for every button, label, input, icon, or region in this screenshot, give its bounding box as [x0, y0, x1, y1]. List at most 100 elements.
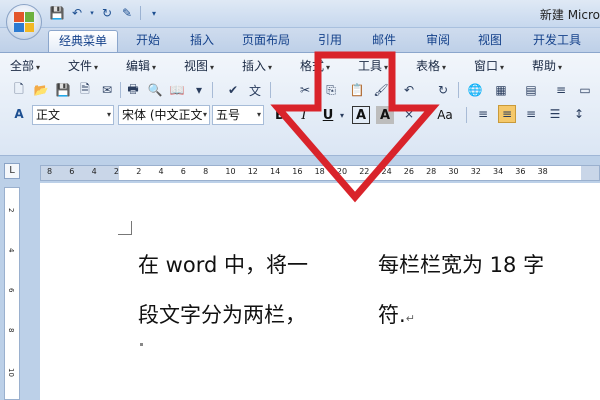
- font-value: 宋体 (中文正文): [122, 108, 208, 122]
- format-painter-icon[interactable]: 🖌: [372, 81, 390, 99]
- vertical-ruler-tick-label: 10: [7, 368, 15, 377]
- tables-borders-icon[interactable]: ▦: [492, 81, 510, 99]
- chevron-down-icon: ▾: [268, 63, 273, 72]
- menu-view[interactable]: 视图 ▾: [184, 57, 214, 74]
- menu-help[interactable]: 帮助 ▾: [532, 57, 562, 74]
- copy-icon[interactable]: ⎘: [322, 81, 340, 99]
- ruler-tick-label: 8: [203, 167, 209, 176]
- ruler-tick-label: 32: [470, 167, 481, 176]
- customize-qat-icon[interactable]: ▾: [145, 4, 163, 22]
- tab-home[interactable]: 开始: [124, 30, 172, 52]
- style-select[interactable]: 正文 ▾: [32, 105, 114, 125]
- columns-icon[interactable]: ≡: [552, 81, 570, 99]
- italic-button[interactable]: I: [294, 105, 314, 125]
- email-icon[interactable]: ✉: [98, 81, 116, 99]
- ruler-tick-label: 12: [247, 167, 258, 176]
- font-size-value: 五号: [216, 108, 241, 122]
- redo-icon[interactable]: ↻: [98, 4, 116, 22]
- tab-developer[interactable]: 开发工具: [522, 30, 592, 52]
- save-icon[interactable]: 💾: [54, 81, 72, 99]
- undo-icon[interactable]: ↶: [68, 4, 86, 22]
- menu-format[interactable]: 格式 ▾: [300, 57, 330, 74]
- menu-tools[interactable]: 工具 ▾: [358, 57, 388, 74]
- save-icon[interactable]: 💾: [48, 4, 66, 22]
- ruler-tick-label: 20: [336, 167, 348, 176]
- ribbon-body: 全部 ▾ 文件 ▾ 编辑 ▾ 视图 ▾ 插入 ▾ 格式 ▾ 工具 ▾ 表格 ▾ 窗口 ▾ 帮助 ▾ …: [0, 52, 600, 156]
- chevron-down-icon: ▾: [202, 106, 207, 124]
- menu-all[interactable]: 全部 ▾: [10, 57, 40, 74]
- align-left-icon[interactable]: ≡: [474, 105, 492, 123]
- ruler-tick-label: 36: [515, 167, 526, 176]
- menu-window[interactable]: 窗口 ▾: [474, 57, 504, 74]
- cut-icon[interactable]: ✂: [296, 81, 314, 99]
- underline-button[interactable]: U: [318, 105, 338, 125]
- align-center-icon[interactable]: ≡: [498, 105, 516, 123]
- menu-file[interactable]: 文件 ▾: [68, 57, 98, 74]
- toolbar-separator: [270, 82, 271, 98]
- open-folder-icon[interactable]: 📂: [32, 81, 50, 99]
- permission-icon[interactable]: 🗎: [76, 81, 94, 99]
- font-select[interactable]: 宋体 (中文正文) ▾: [118, 105, 210, 125]
- ruler-tick-label: 14: [270, 167, 281, 176]
- translate-icon[interactable]: 文: [246, 81, 264, 99]
- underline-dropdown-icon[interactable]: ▾: [338, 106, 346, 124]
- menu-file-label: 文件: [68, 59, 93, 73]
- tab-page-layout[interactable]: 页面布局: [232, 30, 300, 52]
- bold-button[interactable]: B: [270, 105, 290, 125]
- justify-icon[interactable]: ☰: [546, 105, 564, 123]
- change-case-button[interactable]: Aa: [432, 105, 458, 125]
- office-button[interactable]: [6, 4, 42, 40]
- chevron-down-icon: ▾: [152, 63, 157, 72]
- tab-mailings[interactable]: 邮件: [360, 30, 408, 52]
- ruler-tick-label: 6: [180, 167, 186, 176]
- character-shading-button[interactable]: A: [376, 106, 394, 124]
- tab-insert[interactable]: 插入: [178, 30, 226, 52]
- redo-icon[interactable]: ↻: [434, 81, 452, 99]
- style-value: 正文: [36, 108, 61, 122]
- column-2-line-1: 每栏栏宽为 18 字: [378, 253, 545, 277]
- ruler-tick-label: 8: [47, 167, 53, 176]
- print-icon[interactable]: 🖶: [124, 81, 142, 99]
- research-icon[interactable]: 📖: [168, 81, 186, 99]
- ruler-tick-label: 26: [403, 167, 414, 176]
- styles-pane-icon[interactable]: A: [10, 105, 28, 123]
- menu-table[interactable]: 表格 ▾: [416, 57, 446, 74]
- menu-edit[interactable]: 编辑 ▾: [126, 57, 156, 74]
- new-document-icon[interactable]: 🗋: [10, 81, 28, 99]
- menu-tools-label: 工具: [358, 59, 383, 73]
- align-right-icon[interactable]: ≡: [522, 105, 540, 123]
- font-size-select[interactable]: 五号 ▾: [212, 105, 264, 125]
- tab-review[interactable]: 审阅: [414, 30, 462, 52]
- chevron-down-icon: ▾: [442, 63, 447, 72]
- tab-references[interactable]: 引用: [306, 30, 354, 52]
- undo-icon[interactable]: ↶: [400, 81, 418, 99]
- vertical-ruler-tick-label: 6: [7, 288, 15, 293]
- document-page[interactable]: 在 word 中，将一 段文字分为两栏， 每栏栏宽为 18 字 符.↵: [40, 183, 600, 400]
- spelling-icon[interactable]: ✔: [224, 81, 242, 99]
- menu-insert[interactable]: 插入 ▾: [242, 57, 272, 74]
- tab-classic-menu[interactable]: 经典菜单: [48, 30, 118, 52]
- qat-separator: [140, 6, 141, 20]
- paste-icon[interactable]: 📋: [348, 81, 366, 99]
- quick-access-toolbar: 💾 ↶ ▾ ↻ ✎ ▾: [48, 4, 163, 22]
- horizontal-ruler[interactable]: 8 6 4 2 2 4 6 8 10 12 14 16 18 20 22 24 26 28 30 32 34 36 38: [40, 165, 600, 181]
- chevron-down-icon: ▾: [36, 63, 41, 72]
- character-border-button[interactable]: A: [352, 106, 370, 124]
- format-painter-icon[interactable]: ✎: [118, 4, 136, 22]
- line-spacing-icon[interactable]: ↕: [570, 105, 588, 123]
- standard-toolbar: 🗋 📂 💾 🗎 ✉ 🖶 🔍 📖 ▾ ✔ 文 ✂ ⎘ 📋 🖌 ↶ ↻ 🌐 ▦ ▤ …: [0, 81, 600, 103]
- tab-view[interactable]: 视图: [466, 30, 514, 52]
- chevron-down-icon: ▾: [256, 110, 261, 119]
- chevron-down-icon: ▾: [500, 63, 505, 72]
- undo-dropdown-icon[interactable]: ▾: [88, 4, 96, 22]
- hyperlink-icon[interactable]: 🌐: [466, 81, 484, 99]
- print-preview-icon[interactable]: 🔍: [146, 81, 164, 99]
- research-dropdown-icon[interactable]: ▾: [190, 81, 208, 99]
- insert-table-icon[interactable]: ▤: [522, 81, 540, 99]
- cursor-mark: [140, 343, 143, 346]
- paragraph-mark: ↵: [405, 312, 415, 325]
- vertical-ruler[interactable]: 2 4 6 8 10: [4, 187, 20, 400]
- tab-stop-selector[interactable]: L: [4, 163, 20, 179]
- phonetic-guide-icon[interactable]: ⨯: [400, 105, 418, 123]
- drawing-icon[interactable]: ▭: [576, 81, 594, 99]
